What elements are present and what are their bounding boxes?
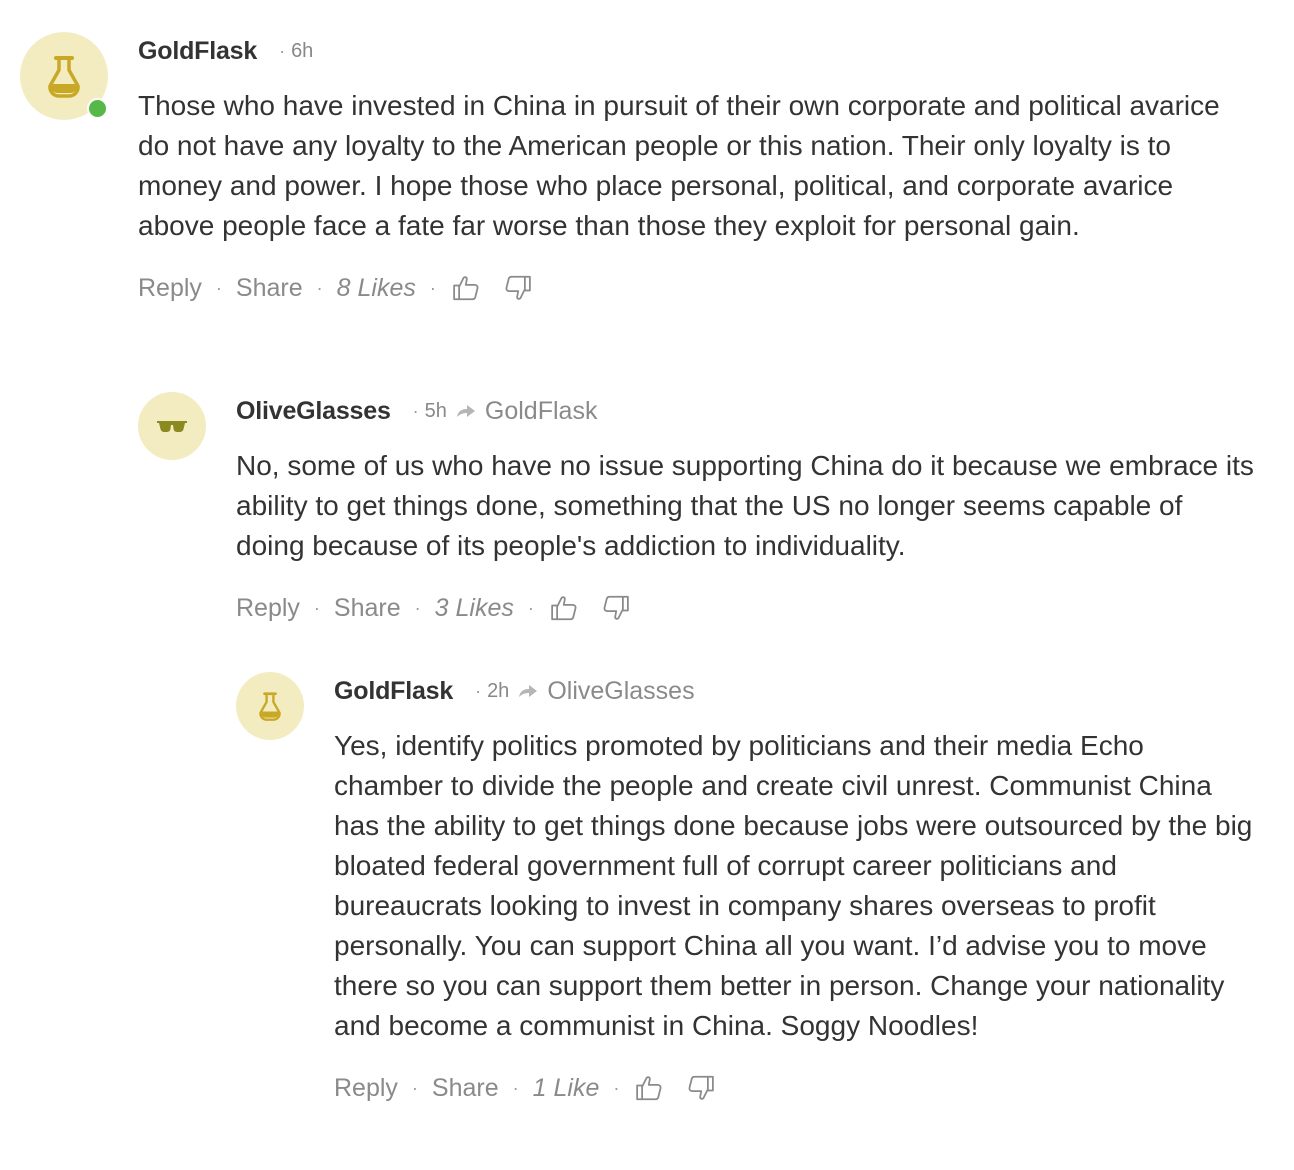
comment-actions: Reply · Share · 3 Likes · xyxy=(236,590,1254,626)
likes-count[interactable]: 8 Likes xyxy=(337,274,416,303)
reply-button[interactable]: Reply xyxy=(236,594,300,623)
avatar[interactable] xyxy=(138,392,206,460)
downvote-button[interactable] xyxy=(685,1072,717,1104)
likes-count[interactable]: 1 Like xyxy=(533,1074,600,1103)
online-status-dot xyxy=(87,98,108,119)
flask-icon xyxy=(48,56,80,98)
reply-button[interactable]: Reply xyxy=(334,1074,398,1103)
separator: · xyxy=(313,597,320,618)
reply-to-author[interactable]: GoldFlask xyxy=(485,397,598,426)
separator: · xyxy=(429,277,436,298)
separator: · xyxy=(475,680,482,701)
separator: · xyxy=(316,277,323,298)
reply-arrow-icon xyxy=(517,683,539,699)
timestamp[interactable]: 2h xyxy=(487,680,509,703)
downvote-button[interactable] xyxy=(502,272,534,304)
separator: · xyxy=(613,1077,620,1098)
share-button[interactable]: Share xyxy=(236,274,303,303)
thumbs-up-icon xyxy=(551,596,577,621)
reply-arrow-icon xyxy=(455,403,477,419)
thumbs-down-icon xyxy=(603,595,629,620)
thumbs-up-icon xyxy=(453,276,479,301)
upvote-button[interactable] xyxy=(633,1072,665,1104)
author-name[interactable]: GoldFlask xyxy=(138,37,257,66)
sunglasses-icon xyxy=(157,421,187,432)
upvote-button[interactable] xyxy=(450,272,482,304)
comment-actions: Reply · Share · 8 Likes · xyxy=(138,270,1254,306)
avatar[interactable] xyxy=(236,672,304,740)
timestamp[interactable]: 6h xyxy=(291,40,313,63)
comment-header: GoldFlask · 2h OliveGlasses xyxy=(334,672,1254,710)
thumbs-down-icon xyxy=(505,275,531,300)
downvote-button[interactable] xyxy=(600,592,632,624)
upvote-button[interactable] xyxy=(548,592,580,624)
author-name[interactable]: GoldFlask xyxy=(334,677,453,706)
separator: · xyxy=(411,1077,418,1098)
thumbs-up-icon xyxy=(636,1076,662,1101)
likes-count[interactable]: 3 Likes xyxy=(435,594,514,623)
separator: · xyxy=(412,400,419,421)
comment-actions: Reply · Share · 1 Like · xyxy=(334,1070,1254,1106)
share-button[interactable]: Share xyxy=(432,1074,499,1103)
comment-body: Yes, identify politics promoted by polit… xyxy=(334,730,1253,1041)
reply-to-author[interactable]: OliveGlasses xyxy=(547,677,694,706)
flask-icon xyxy=(259,692,281,721)
separator: · xyxy=(512,1077,519,1098)
comment-body: Those who have invested in China in purs… xyxy=(138,90,1220,241)
separator: · xyxy=(414,597,421,618)
comment-header: OliveGlasses · 5h GoldFlask xyxy=(236,392,1254,430)
separator: · xyxy=(215,277,222,298)
comment-header: GoldFlask · 6h xyxy=(138,32,1254,70)
reply-button[interactable]: Reply xyxy=(138,274,202,303)
share-button[interactable]: Share xyxy=(334,594,401,623)
author-name[interactable]: OliveGlasses xyxy=(236,397,391,426)
timestamp[interactable]: 5h xyxy=(425,400,447,423)
thumbs-down-icon xyxy=(688,1075,715,1100)
separator: · xyxy=(527,597,534,618)
separator: · xyxy=(279,40,286,61)
comment-body: No, some of us who have no issue support… xyxy=(236,450,1254,561)
